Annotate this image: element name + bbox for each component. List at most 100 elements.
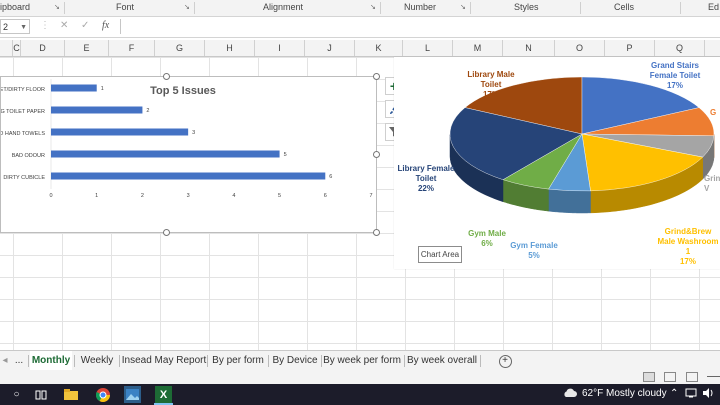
column-header-E[interactable]: E <box>65 40 109 56</box>
slice-label: Grand Stairs Female Toilet 17% <box>649 61 701 90</box>
bar <box>51 128 189 136</box>
category-label: G TOILET PAPER <box>1 109 45 115</box>
bar <box>51 106 143 114</box>
bar-chart-svg: Top 5 Issues ET/DIRTY FLOOR G TOILET PAPE… <box>0 79 373 199</box>
category-label: DIRTY CUBICLE <box>3 175 45 181</box>
column-header-K[interactable]: K <box>355 40 403 56</box>
page-break-view-icon[interactable] <box>686 372 698 382</box>
task-view-icon[interactable] <box>32 386 49 403</box>
sheet-tabs: ◂ ... Monthly Weekly Insead May Report B… <box>0 350 720 372</box>
column-header-P[interactable]: P <box>605 40 655 56</box>
ribbon-separator <box>194 2 195 14</box>
pie-chart[interactable]: Library Male Toilet 17% Grand Stairs Fem… <box>394 57 720 269</box>
column-header-O[interactable]: O <box>555 40 605 56</box>
column-header-J[interactable]: J <box>305 40 355 56</box>
tab-by-week-overall[interactable]: By week overall <box>406 351 478 370</box>
tab-separator <box>119 355 120 367</box>
resize-handle[interactable] <box>373 229 380 236</box>
bar-chart[interactable]: Top 5 Issues ET/DIRTY FLOOR G TOILET PAPE… <box>0 76 377 233</box>
cloud-icon <box>562 387 577 401</box>
tab-by-device[interactable]: By Device <box>270 351 320 370</box>
network-icon[interactable] <box>685 388 697 401</box>
chrome-icon[interactable] <box>94 386 111 403</box>
column-headers: C D E F G H I J K L M N O P Q <box>0 40 720 57</box>
ribbon-separator <box>64 2 65 14</box>
resize-handle[interactable] <box>373 151 380 158</box>
zoom-slider[interactable] <box>707 376 720 377</box>
plus-icon: + <box>498 355 512 368</box>
font-launcher-icon[interactable]: ↘ <box>184 3 190 11</box>
tab-separator <box>74 355 75 367</box>
photos-icon[interactable] <box>124 386 141 403</box>
tab-separator <box>404 355 405 367</box>
resize-handle[interactable] <box>163 229 170 236</box>
normal-view-icon[interactable] <box>643 372 655 382</box>
column-header-I[interactable]: I <box>255 40 305 56</box>
tab-weekly[interactable]: Weekly <box>78 351 116 370</box>
tab-more[interactable]: ... <box>10 351 28 370</box>
show-hidden-icons-icon[interactable]: ⌃ <box>670 388 678 399</box>
slice-label: Library Male Toilet 17% <box>467 70 515 99</box>
data-label: 3 <box>192 130 195 136</box>
search-icon[interactable]: ○ <box>8 386 25 403</box>
excel-icon[interactable]: X <box>155 386 172 403</box>
speaker-icon[interactable] <box>702 388 714 401</box>
category-label: D HAND TOWELS <box>1 131 45 137</box>
tab-scroll-left-icon[interactable]: ◂ <box>0 351 10 370</box>
file-explorer-icon[interactable] <box>62 386 79 403</box>
column-header-M[interactable]: M <box>453 40 503 56</box>
column-header-D[interactable]: D <box>21 40 65 56</box>
column-header-F[interactable]: F <box>109 40 155 56</box>
column-header-L[interactable]: L <box>403 40 453 56</box>
ribbon-group-alignment: Alignment <box>263 2 304 12</box>
slice-label: Grind V <box>704 174 720 193</box>
chart-area-tooltip: Chart Area <box>418 246 462 263</box>
data-label: 2 <box>146 108 149 114</box>
resize-handle[interactable] <box>373 73 380 80</box>
add-sheet-button[interactable]: + <box>498 351 512 370</box>
insert-function-icon[interactable]: fx <box>102 20 109 31</box>
chevron-down-icon[interactable]: ▼ <box>20 20 27 35</box>
enter-icon[interactable]: ✓ <box>81 20 89 31</box>
name-box[interactable]: 2 ▼ <box>0 19 30 34</box>
slice-label: Gym Male 6% <box>468 229 506 248</box>
ribbon-separator <box>380 2 381 14</box>
ribbon-separator <box>580 2 581 14</box>
column-header-C[interactable]: C <box>13 40 21 56</box>
page-layout-view-icon[interactable] <box>664 372 676 382</box>
tab-monthly[interactable]: Monthly <box>30 351 72 372</box>
ribbon-group-styles: Styles <box>514 2 539 12</box>
column-header-N[interactable]: N <box>503 40 555 56</box>
x-tick-label: 5 <box>278 193 281 199</box>
category-label: ET/DIRTY FLOOR <box>1 87 45 93</box>
tab-insead-may-report[interactable]: Insead May Report <box>121 351 207 370</box>
number-launcher-icon[interactable]: ↘ <box>460 3 466 11</box>
ribbon-separator <box>470 2 471 14</box>
tab-separator <box>268 355 269 367</box>
weather-description[interactable]: Mostly cloudy <box>606 388 667 399</box>
resize-handle[interactable] <box>163 73 170 80</box>
data-label: 5 <box>284 152 287 158</box>
formula-input[interactable] <box>120 19 720 34</box>
select-all[interactable] <box>0 40 13 56</box>
tab-by-week-per-form[interactable]: By week per form <box>323 351 401 370</box>
ribbon-group-number: Number <box>404 2 437 12</box>
x-tick-label: 3 <box>187 193 190 199</box>
tab-by-per-form[interactable]: By per form <box>210 351 266 370</box>
alignment-launcher-icon[interactable]: ↘ <box>370 3 376 11</box>
bar <box>51 172 326 180</box>
column-header-H[interactable]: H <box>205 40 255 56</box>
more-icon: ⋮ <box>40 20 50 31</box>
column-header-G[interactable]: G <box>155 40 205 56</box>
tab-separator <box>321 355 322 367</box>
ribbon-group-cells: Cells <box>614 2 635 12</box>
cancel-icon[interactable]: ✕ <box>60 20 68 31</box>
tab-separator <box>480 355 481 367</box>
slice-label: Grind&Brew Male Washroom 1 17% <box>657 227 719 266</box>
weather-temperature[interactable]: 62°F <box>582 388 603 399</box>
clipboard-launcher-icon[interactable]: ↘ <box>54 3 60 11</box>
tab-separator <box>28 355 29 367</box>
x-tick-label: 7 <box>369 193 372 199</box>
column-header-Q[interactable]: Q <box>655 40 705 56</box>
slice-label: G <box>710 108 717 117</box>
